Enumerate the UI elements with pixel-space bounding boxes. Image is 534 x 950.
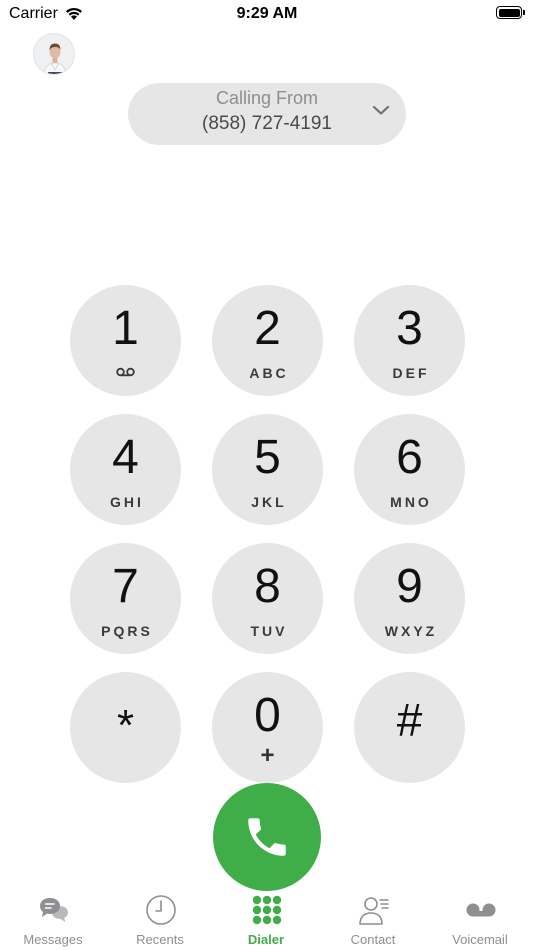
key-0[interactable]: 0 + (212, 672, 323, 783)
key-letters: + (260, 742, 275, 769)
key-2[interactable]: 2 ABC (212, 285, 323, 396)
key-letters: TUV (250, 623, 288, 639)
battery-icon (496, 6, 525, 19)
key-letters: MNO (390, 494, 432, 510)
avatar[interactable] (33, 33, 75, 75)
tab-label: Messages (23, 932, 83, 947)
tab-label: Contact (350, 932, 396, 947)
contact-icon (359, 897, 389, 925)
tab-dialer[interactable]: Dialer (213, 890, 319, 950)
key-3[interactable]: 3 DEF (354, 285, 465, 396)
voicemail-icon (116, 367, 135, 377)
tab-recents[interactable]: Recents (107, 890, 213, 950)
key-star[interactable]: * (70, 672, 181, 783)
chevron-down-icon[interactable] (372, 104, 390, 116)
tab-messages[interactable]: Messages (0, 890, 106, 950)
clock-time: 9:29 AM (236, 5, 298, 22)
key-letters: PQRS (101, 623, 153, 639)
tab-label: Recents (136, 932, 184, 947)
key-digit: 7 (112, 560, 139, 613)
calling-from-number: (858) 727-4191 (202, 113, 332, 134)
calling-from-label: Calling From (215, 88, 319, 108)
calling-from-selector[interactable]: Calling From (858) 727-4191 (128, 83, 406, 145)
user-photo-icon (34, 34, 74, 74)
key-4[interactable]: 4 GHI (70, 414, 181, 525)
phone-icon (248, 818, 286, 856)
clock-icon (146, 895, 176, 925)
tab-voicemail[interactable]: Voicemail (427, 890, 533, 950)
key-digit: * (116, 701, 135, 750)
key-digit: 3 (396, 302, 423, 355)
key-digit: # (396, 694, 423, 746)
key-digit: 4 (112, 431, 139, 484)
key-digit: 6 (396, 431, 423, 484)
key-letters: DEF (392, 365, 430, 381)
tab-contact[interactable]: Contact (320, 890, 426, 950)
key-7[interactable]: 7 PQRS (70, 543, 181, 654)
keypad-icon (252, 895, 282, 925)
messages-icon (40, 898, 68, 922)
tab-label: Voicemail (452, 932, 508, 947)
key-letters: JKL (251, 494, 287, 510)
tab-bar: Messages Recents Dialer Contact Voicemai… (0, 890, 534, 950)
status-bar: Carrier 9:29 AM (0, 0, 534, 28)
key-1[interactable]: 1 (70, 285, 181, 396)
key-5[interactable]: 5 JKL (212, 414, 323, 525)
key-digit: 5 (254, 431, 281, 484)
tab-label: Dialer (247, 932, 285, 947)
call-button[interactable] (213, 783, 321, 891)
key-digit: 1 (112, 302, 139, 355)
key-letters: ABC (249, 365, 289, 381)
key-9[interactable]: 9 WXYZ (354, 543, 465, 654)
key-6[interactable]: 6 MNO (354, 414, 465, 525)
key-letters: WXYZ (384, 623, 438, 639)
key-8[interactable]: 8 TUV (212, 543, 323, 654)
key-digit: 0 (254, 689, 281, 742)
key-digit: 8 (254, 560, 281, 613)
key-hash[interactable]: # (354, 672, 465, 783)
key-digit: 2 (254, 302, 281, 355)
key-digit: 9 (396, 560, 423, 613)
voicemail-icon (466, 903, 496, 917)
key-letters: GHI (110, 494, 144, 510)
